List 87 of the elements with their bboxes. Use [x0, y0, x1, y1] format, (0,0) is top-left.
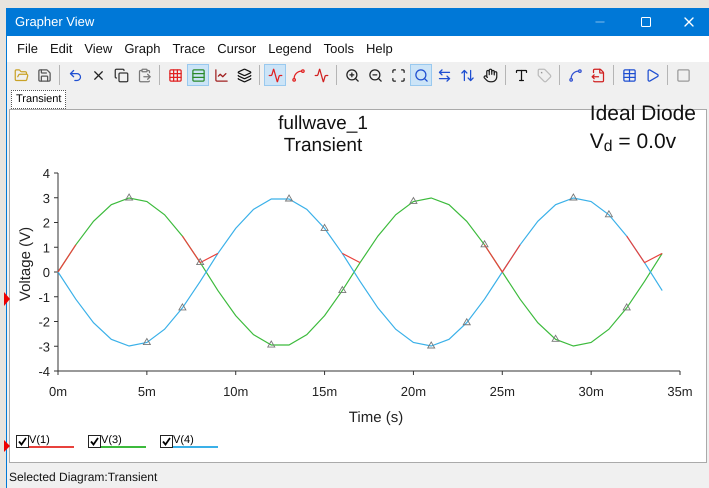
marker-triangle: [124, 192, 134, 200]
marker-triangle: [551, 334, 560, 342]
zoom-area-icon: [414, 68, 428, 82]
checkmark-icon: [18, 436, 27, 446]
marker-triangle: [426, 340, 436, 348]
y-tick-label: 0: [42, 264, 50, 280]
label-icon: [536, 68, 552, 82]
legend-checkbox[interactable]: [88, 434, 101, 448]
curve-points-icon: [314, 68, 328, 82]
y-tick-label: -4: [38, 364, 50, 378]
zoom-fit-icon: [390, 68, 406, 82]
menu-item[interactable]: View: [78, 39, 118, 59]
menu-item[interactable]: Help: [360, 39, 399, 59]
annotation-text: V$_{d}$ = 0.0v: [590, 128, 678, 156]
y-tick-label: 2: [42, 215, 50, 230]
marker-triangle: [178, 302, 187, 310]
zoom-horizontal-icon: [436, 68, 452, 82]
line-chart-icon: [268, 68, 282, 82]
text-icon: [514, 68, 528, 82]
y-tick-label: -2: [38, 314, 50, 329]
menu-item[interactable]: File: [11, 39, 44, 59]
legend-label: V(4): [173, 434, 195, 446]
marker-triangle: [462, 317, 472, 325]
x-tick-label: 30m: [578, 384, 604, 398]
overlay-icon: [236, 68, 252, 82]
marker-triangle: [480, 239, 489, 247]
marker-triangle: [142, 337, 152, 344]
marker-triangle: [266, 340, 276, 347]
y-axis-label: Voltage (V): [17, 226, 34, 301]
y-tick-label: 3: [42, 190, 50, 206]
y-tick-label: -3: [38, 338, 50, 354]
maximize-icon: [640, 16, 652, 28]
x-tick-label: 5m: [138, 384, 156, 398]
undo-icon: [68, 68, 82, 82]
grid-icon: [168, 68, 182, 82]
marker-triangle: [284, 194, 294, 201]
menu-item[interactable]: Legend: [262, 39, 318, 59]
menu-item[interactable]: Tools: [318, 39, 360, 59]
x-tick-label: 20m: [400, 384, 426, 398]
zoom-vertical-icon: [460, 68, 474, 82]
x-tick-label: 15m: [312, 384, 338, 398]
marker-triangle: [622, 302, 631, 310]
y-tick-label: 1: [42, 240, 50, 255]
table-icon: [622, 68, 636, 82]
stop-icon: [676, 68, 690, 82]
legend-checkbox[interactable]: [16, 434, 29, 448]
menu-item[interactable]: Trace: [166, 39, 212, 59]
marker-triangle: [338, 285, 347, 293]
cursors-icon: [568, 68, 582, 82]
legend-label: V(3): [101, 434, 123, 446]
checkmark-icon: [162, 436, 171, 446]
marker-triangle: [196, 257, 204, 265]
x-tick-label: 35m: [667, 384, 693, 398]
window-title: Grapher View: [14, 13, 96, 32]
menu-item[interactable]: Graph: [118, 39, 166, 59]
marker-triangle: [320, 223, 329, 230]
diagram-tab[interactable]: Transient: [11, 90, 66, 108]
legend-label: V(1): [29, 434, 51, 446]
zoom-out-icon: [368, 68, 382, 82]
marker-triangle: [604, 209, 614, 217]
marker-triangle: [409, 196, 418, 204]
export-icon: [590, 68, 606, 82]
legend-checkbox[interactable]: [160, 434, 173, 448]
x-axis-label: Time (s): [348, 408, 404, 426]
x-tick-label: 0m: [48, 384, 68, 398]
hand-icon: [482, 68, 498, 82]
trace-chart-icon: [214, 68, 228, 82]
graph-subtitle: Transient: [284, 134, 362, 156]
marker-triangle: [569, 192, 578, 200]
color-bars-icon: [190, 68, 206, 82]
annotation-text: Ideal Diode: [590, 100, 696, 126]
run-icon: [644, 68, 660, 82]
paste-icon: [136, 68, 152, 82]
y-tick-label: -1: [38, 289, 50, 304]
dotted-curve-icon: [290, 68, 306, 82]
menu-item[interactable]: Edit: [44, 39, 78, 59]
x-tick-label: 10m: [223, 384, 248, 398]
status-text: Selected Diagram:Transient: [8, 469, 158, 486]
x-tick-label: 25m: [490, 384, 515, 398]
folder-icon: [14, 68, 28, 82]
zoom-in-icon: [344, 68, 360, 82]
copy-icon: [114, 68, 128, 82]
save-icon: [36, 68, 52, 82]
graph-title: fullwave_1: [278, 112, 368, 134]
checkmark-icon: [90, 436, 99, 446]
y-tick-label: 4: [42, 166, 50, 180]
menu-item[interactable]: Cursor: [211, 39, 262, 59]
